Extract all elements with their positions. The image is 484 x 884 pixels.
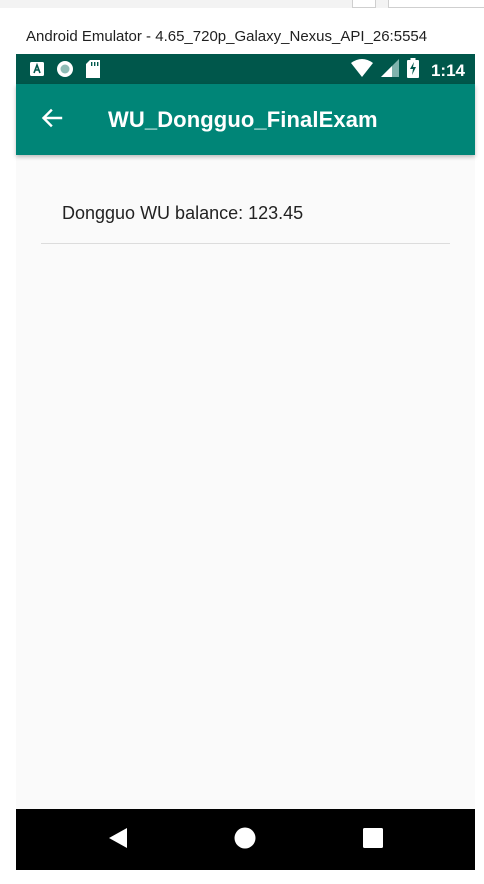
list-item[interactable]: Dongguo WU balance: 123.45 (41, 185, 450, 244)
status-bar: 1:14 (16, 54, 475, 84)
balance-text: Dongguo WU balance: 123.45 (62, 203, 304, 223)
host-control (352, 0, 376, 8)
battery-charging-icon (406, 58, 419, 83)
back-button[interactable] (34, 102, 70, 138)
wifi-icon (350, 59, 373, 82)
status-time: 1:14 (430, 60, 465, 80)
app-bar: WU_Dongguo_FinalExam (16, 84, 475, 155)
device-screen: 1:14 WU_Dongguo_FinalExam Dongguo WU bal… (16, 54, 475, 870)
sd-card-icon (86, 60, 100, 83)
nav-back-button[interactable] (106, 827, 130, 854)
host-control (388, 0, 484, 8)
nav-home-button[interactable] (233, 827, 257, 854)
host-desktop-strip (0, 0, 484, 8)
circle-icon (56, 60, 74, 83)
window-title: Android Emulator - 4.65_720p_Galaxy_Nexu… (26, 28, 428, 45)
home-circle-icon (234, 827, 256, 854)
navigation-bar (16, 809, 475, 870)
app-title: WU_Dongguo_FinalExam (108, 107, 378, 132)
arrow-back-icon (40, 106, 64, 135)
back-triangle-icon (108, 827, 128, 854)
app-a-icon (30, 62, 44, 81)
content-area: Dongguo WU balance: 123.45 (16, 155, 475, 809)
cell-signal-icon (380, 59, 399, 82)
recents-square-icon (363, 827, 383, 853)
nav-recents-button[interactable] (361, 827, 385, 853)
